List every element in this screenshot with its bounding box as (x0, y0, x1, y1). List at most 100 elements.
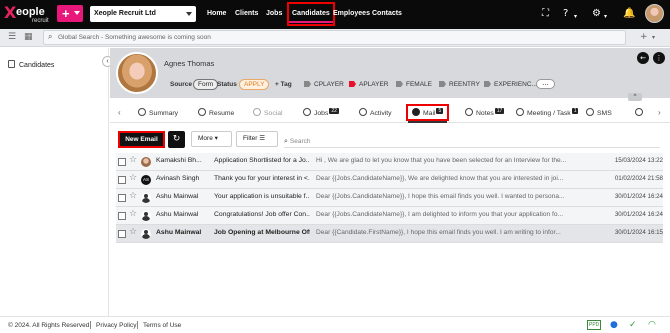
new-email-button[interactable]: New Email (118, 131, 165, 148)
list-view-icon[interactable]: ☰ (8, 32, 16, 42)
tag-cplayer[interactable]: CPLAYER (304, 81, 344, 88)
nav-contacts[interactable]: Contacts (372, 10, 402, 17)
tab-mail[interactable]: Mail 5 (406, 104, 450, 123)
chevron-down-icon[interactable]: ▾ (574, 11, 577, 23)
status-pill[interactable]: APPLY (239, 79, 270, 90)
mail-preview: Dear {{Candidate.FirstName}}, I hope thi… (316, 229, 561, 236)
chevron-right-icon[interactable]: › (658, 108, 661, 117)
tag-label: APLAYER (359, 81, 389, 88)
row-checkbox[interactable] (118, 158, 126, 166)
terms-of-use-link[interactable]: Terms of Use (143, 322, 181, 329)
tab-summary[interactable]: Summary (138, 108, 178, 117)
global-search-placeholder: Global Search - Something awesome is com… (58, 34, 211, 41)
wifi-icon[interactable]: ◠ (648, 320, 656, 330)
more-vertical-icon[interactable]: ⋮ (653, 52, 665, 64)
source-label: Source (170, 81, 193, 88)
row-checkbox[interactable] (118, 212, 126, 220)
mail-row[interactable]: ☆ AS Avinash Singh Thank you for your in… (116, 171, 663, 189)
mail-row[interactable]: ☆ Ashu Mainwal Job Opening at Melbourne … (116, 225, 663, 243)
star-icon[interactable]: ☆ (129, 192, 137, 201)
tab-social[interactable]: Social (253, 108, 283, 117)
tag-female[interactable]: FEMALE (396, 81, 432, 88)
nav-employees[interactable]: Employees (333, 10, 370, 17)
tab-activity[interactable]: Activity (359, 108, 392, 117)
mail-from: Ashu Mainwal (156, 211, 199, 218)
mail-date: 30/01/2024 16:24 (614, 193, 663, 200)
collapse-header-button[interactable]: ^ (628, 93, 642, 101)
global-search-input[interactable]: ⌕ Global Search - Something awesome is c… (43, 30, 626, 45)
xeople-logo[interactable]: X eople recruit (4, 4, 54, 26)
candidate-photo (116, 52, 158, 94)
search-bar-row: ☰ ▦ ⌕ Global Search - Something awesome … (0, 29, 670, 47)
tag-aplayer[interactable]: APLAYER (349, 81, 389, 88)
source-pill[interactable]: Form (193, 79, 219, 90)
person-icon (141, 193, 151, 203)
filter-icon: ☰ (259, 135, 266, 142)
star-icon[interactable]: ☆ (129, 228, 137, 237)
chevron-left-icon[interactable]: ‹ (118, 108, 121, 117)
row-checkbox[interactable] (118, 194, 126, 202)
tab-more[interactable] (635, 108, 646, 117)
share-icon (253, 108, 261, 116)
mail-date: 01/02/2024 21:58 (614, 175, 663, 182)
user-avatar[interactable] (645, 4, 664, 23)
mail-row[interactable]: ☆ Ashu Mainwal Congratulations! Job offe… (116, 207, 663, 225)
tag-reentry[interactable]: REENTRY (439, 81, 480, 88)
tag-label: REENTRY (449, 81, 480, 88)
tag-icon (396, 81, 403, 87)
tag-icon (484, 81, 491, 87)
privacy-policy-link[interactable]: Privacy Policy (96, 322, 136, 329)
tab-jobs[interactable]: Jobs 22 (303, 108, 339, 117)
count-badge: 5 (436, 108, 444, 114)
tag-icon (439, 81, 446, 87)
tag-label: CPLAYER (314, 81, 344, 88)
filter-button[interactable]: Filter ☰ (236, 131, 278, 147)
tag-experience[interactable]: EXPERIENC... (484, 81, 537, 88)
add-tag-button[interactable]: + Tag (275, 81, 292, 88)
chevron-down-icon[interactable]: ▾ (604, 11, 607, 23)
tab-meeting-task[interactable]: Meeting / Task 1 (516, 108, 579, 117)
mail-search-input[interactable]: ⌕ Search (284, 137, 311, 146)
nav-jobs[interactable]: Jobs (266, 10, 282, 17)
star-icon[interactable]: ☆ (129, 156, 137, 165)
mail-preview: Dear {{Jobs.CandidateName}}, I am deligh… (316, 211, 564, 218)
quick-add-button[interactable]: + (57, 5, 83, 22)
grid-view-icon[interactable]: ▦ (24, 32, 33, 42)
check-circle-icon[interactable]: ✓ (629, 320, 637, 330)
more-button[interactable]: More ▾ (191, 131, 232, 147)
company-selector[interactable]: Xeople Recruit Ltd (90, 6, 196, 22)
chevron-down-icon[interactable]: ▾ (652, 34, 655, 41)
tab-label: Activity (370, 110, 392, 117)
tab-notes[interactable]: Notes 17 (465, 108, 505, 117)
sidebar-item-candidates[interactable]: Candidates (8, 60, 54, 69)
tab-resume[interactable]: Resume (198, 108, 234, 117)
row-checkbox[interactable] (118, 230, 126, 238)
nav-home[interactable]: Home (207, 10, 226, 17)
tab-label: Resume (209, 110, 235, 117)
mail-row[interactable]: ☆ Ashu Mainwal Your application is unsui… (116, 189, 663, 207)
help-icon[interactable]: ? (563, 8, 568, 20)
more-tags-button[interactable]: ... (536, 79, 555, 89)
back-arrow-icon[interactable]: ← (637, 52, 649, 64)
star-icon[interactable]: ☆ (129, 174, 137, 183)
plus-icon[interactable]: + (640, 32, 648, 42)
search-icon: ⌕ (48, 32, 53, 41)
nav-candidates[interactable]: Candidates (287, 2, 335, 26)
nav-clients[interactable]: Clients (235, 10, 258, 17)
mail-row[interactable]: ☆ Kamakshi Bh... Application Shortlisted… (116, 153, 663, 171)
tab-sms[interactable]: SMS (586, 108, 612, 117)
tag-icon (304, 81, 311, 87)
refresh-icon[interactable]: ↻ (168, 131, 185, 148)
count-badge: 1 (571, 108, 579, 114)
mail-icon (412, 108, 420, 116)
row-checkbox[interactable] (118, 176, 126, 184)
bell-icon[interactable]: 🔔 (623, 8, 635, 20)
gear-icon[interactable]: ⚙ (592, 8, 601, 20)
mail-subject: Your application is unsuitable f... (214, 193, 310, 200)
fullscreen-icon[interactable]: ⛶ (542, 8, 549, 20)
person-icon[interactable]: ● (610, 320, 618, 330)
ppd-badge[interactable]: PPD (587, 320, 602, 330)
status-label: Status (217, 81, 237, 88)
star-icon[interactable]: ☆ (129, 210, 137, 219)
divider (137, 321, 138, 329)
